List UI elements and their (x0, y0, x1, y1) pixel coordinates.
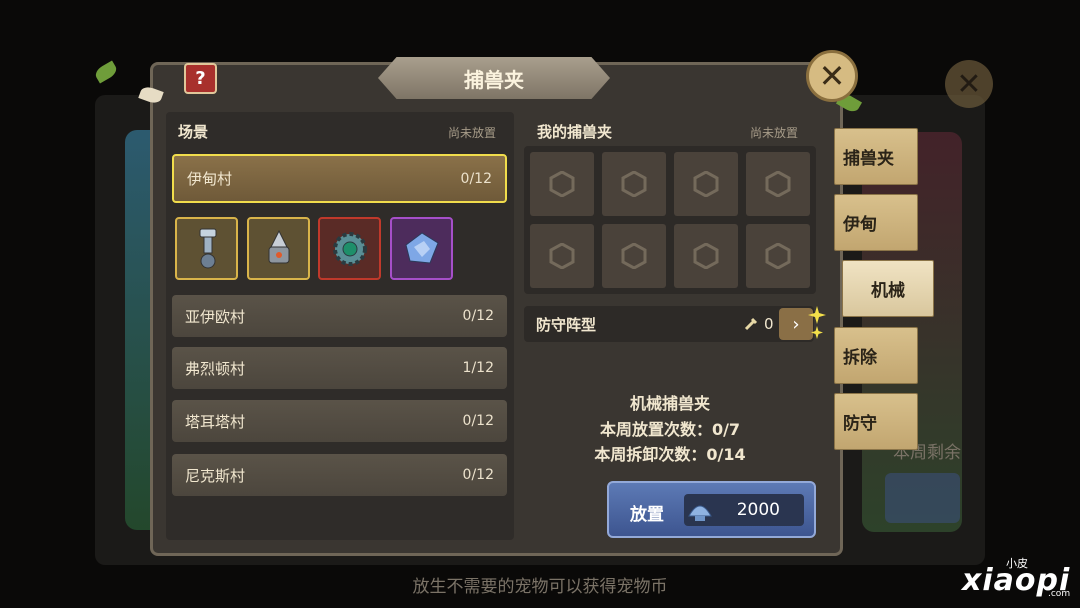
close-button[interactable]: ✕ (806, 50, 858, 102)
village-name: 伊甸村 (187, 170, 233, 188)
sparkle-icon (808, 306, 826, 339)
background-button (885, 473, 960, 523)
empty-slot-icon (549, 243, 575, 269)
tab-mechanical[interactable]: 机械 (842, 260, 934, 317)
village-name: 塔耳塔村 (185, 412, 246, 431)
empty-slot-icon (549, 171, 575, 197)
defense-label: 防守阵型 (536, 315, 597, 334)
tab-defense[interactable]: 防守 (834, 393, 918, 450)
footer-hint: 放生不需要的宠物可以获得宠物币 (412, 577, 668, 597)
trap-slot[interactable] (602, 152, 666, 216)
defense-formation-bar: 防守阵型 0 › (524, 306, 814, 342)
village-item[interactable]: 弗烈顿村 1/12 (172, 347, 507, 389)
background-close-icon: ✕ (945, 60, 993, 108)
village-item[interactable]: 尼克斯村 0/12 (172, 454, 507, 496)
trap-info-title: 机械捕兽夹 (629, 394, 710, 413)
place-cost: 2000 (736, 500, 780, 520)
scene-heading: 场景 (178, 123, 209, 141)
village-name: 弗烈顿村 (185, 359, 246, 378)
cost-box: 2000 (684, 494, 804, 526)
leaf-decoration-icon (92, 60, 120, 84)
crystal-trap-icon (404, 231, 439, 264)
title-banner: 捕兽夹 (378, 57, 610, 99)
village-count: 0/12 (462, 413, 494, 429)
place-button[interactable]: 放置 2000 (607, 481, 816, 538)
village-count: 0/12 (462, 467, 494, 483)
village-name: 亚伊欧村 (185, 307, 246, 326)
trap-slot-grid (524, 146, 816, 294)
trap-slot[interactable] (530, 224, 594, 288)
watermark-logo: 小皮 xiaopi .com (958, 555, 1078, 605)
trap-item-hammer[interactable] (175, 217, 238, 280)
trap-slot[interactable] (746, 224, 810, 288)
defense-count: 0 (744, 315, 774, 333)
village-count: 0/12 (460, 170, 492, 187)
drill-trap-icon (268, 229, 289, 263)
weekly-remove-count: 本周拆卸次数：0/14 (594, 445, 746, 464)
village-item[interactable]: 亚伊欧村 0/12 (172, 295, 507, 337)
tab-trap[interactable]: 捕兽夹 (834, 128, 918, 185)
village-name: 尼克斯村 (185, 466, 246, 485)
shell-currency-icon (688, 505, 712, 521)
empty-slot-icon (621, 171, 647, 197)
trap-slot[interactable] (746, 152, 810, 216)
empty-slot-icon (765, 243, 791, 269)
village-item-selected[interactable]: 伊甸村 0/12 (172, 154, 507, 203)
village-count: 1/12 (462, 360, 494, 376)
empty-slot-icon (693, 243, 719, 269)
watermark-com: .com (1048, 589, 1071, 599)
weekly-place-count: 本周放置次数：0/7 (599, 420, 741, 439)
trap-item-crystal[interactable] (390, 217, 453, 280)
tab-eden[interactable]: 伊甸 (834, 194, 918, 251)
gear-trap-icon (332, 231, 367, 266)
trap-item-drill[interactable] (247, 217, 310, 280)
trap-slot[interactable] (674, 152, 738, 216)
village-count: 0/12 (462, 308, 494, 324)
trap-slot[interactable] (530, 152, 594, 216)
scene-note: 尚未放置 (448, 126, 497, 140)
defense-count-value: 0 (764, 315, 774, 333)
trap-item-gear[interactable] (318, 217, 381, 280)
trap-slot[interactable] (602, 224, 666, 288)
empty-slot-icon (693, 171, 719, 197)
empty-slot-icon (765, 171, 791, 197)
my-traps-heading: 我的捕兽夹 (537, 123, 613, 141)
wrench-icon (744, 317, 758, 331)
tab-dismantle[interactable]: 拆除 (834, 327, 918, 384)
my-traps-note: 尚未放置 (750, 126, 799, 140)
help-button[interactable]: ? (184, 63, 217, 94)
village-item[interactable]: 塔耳塔村 0/12 (172, 400, 507, 442)
empty-slot-icon (621, 243, 647, 269)
place-button-label: 放置 (630, 505, 664, 525)
page-title: 捕兽夹 (464, 67, 524, 92)
trap-slot[interactable] (674, 224, 738, 288)
hammer-trap-icon (199, 228, 216, 268)
